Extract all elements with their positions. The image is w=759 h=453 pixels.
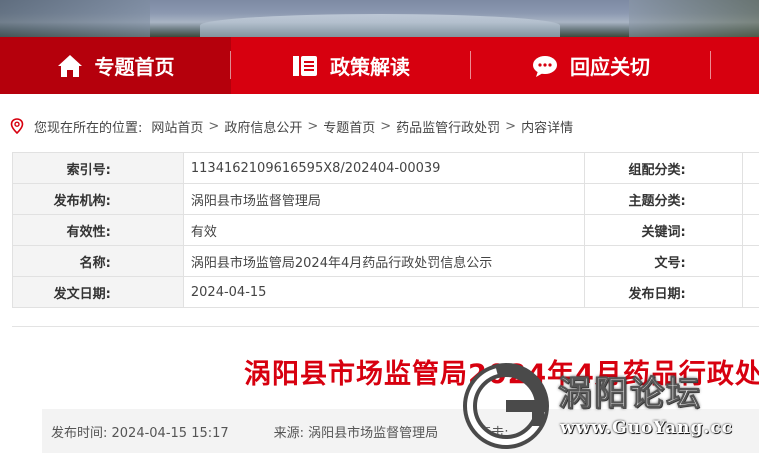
- nav-item-label: 专题首页: [94, 55, 175, 79]
- issue-date-label: 发文日期:: [12, 276, 184, 308]
- breadcrumb: 您现在所在的位置: 网站首页 > 政府信息公开 > 专题首页 > 药品监管行政处…: [10, 116, 578, 136]
- publish-date-label: 发布日期:: [583, 276, 743, 308]
- article-meta-bar: 发布时间: 2024-04-15 15:17 来源: 涡阳县市场监督管理局 点击…: [42, 409, 759, 453]
- publish-time: 发布时间: 2024-04-15 15:17: [51, 425, 229, 441]
- doc-number-value: [741, 245, 759, 277]
- document-icon: [292, 53, 318, 79]
- home-icon: [57, 53, 83, 79]
- breadcrumb-prefix: 您现在所在的位置:: [34, 120, 143, 136]
- breadcrumb-link-topic-home[interactable]: 专题首页: [323, 117, 375, 136]
- table-row: 有效性: 有效 关键词:: [12, 214, 759, 246]
- section-divider: [12, 326, 759, 327]
- nav-item-response[interactable]: 回应关切: [471, 37, 711, 94]
- banner-scenery-left: [0, 0, 150, 37]
- breadcrumb-separator: >: [380, 118, 392, 134]
- table-row: 索引号: 1134162109616595X8/202404-00039 组配分…: [12, 152, 759, 184]
- validity-value: 有效: [182, 214, 585, 246]
- name-value: 涡阳县市场监管局2024年4月药品行政处罚信息公示: [182, 245, 585, 277]
- nav-item-label: 回应关切: [570, 55, 650, 79]
- click-count: 点击:: [478, 425, 509, 441]
- nav-item-policy[interactable]: 政策解读: [231, 37, 471, 94]
- topic-label: 主题分类:: [583, 183, 743, 215]
- index-number-label: 索引号:: [12, 152, 184, 184]
- issue-date-value: 2024-04-15: [182, 276, 585, 308]
- article-title: 涡阳县市场监管局2024年4月药品行政处罚信息公示: [244, 359, 759, 390]
- keywords-value: [741, 214, 759, 246]
- main-nav: 专题首页 政策解读 回应关切: [0, 37, 759, 94]
- breadcrumb-link-home[interactable]: 网站首页: [151, 117, 203, 136]
- article-source: 来源: 涡阳县市场监督管理局: [273, 425, 439, 441]
- category-label: 组配分类:: [583, 152, 743, 184]
- keywords-label: 关键词:: [583, 214, 743, 246]
- chat-bubble-icon: [532, 53, 558, 79]
- info-table: 索引号: 1134162109616595X8/202404-00039 组配分…: [12, 152, 759, 308]
- banner-scenery-water: [200, 14, 560, 37]
- header-banner: [0, 0, 759, 37]
- breadcrumb-separator: >: [505, 118, 517, 134]
- breadcrumb-current: 内容详情: [521, 120, 574, 136]
- validity-label: 有效性:: [12, 214, 184, 246]
- table-row: 名称: 涡阳县市场监管局2024年4月药品行政处罚信息公示 文号:: [12, 245, 759, 277]
- publisher-label: 发布机构:: [12, 183, 184, 215]
- doc-number-label: 文号:: [583, 245, 743, 277]
- breadcrumb-link-gov-info[interactable]: 政府信息公开: [224, 117, 302, 136]
- nav-item-label: 政策解读: [330, 55, 410, 79]
- category-value: [741, 152, 759, 184]
- location-pin-icon: [10, 118, 24, 134]
- breadcrumb-separator: >: [307, 118, 319, 134]
- breadcrumb-link-drug-penalty[interactable]: 药品监管行政处罚: [396, 117, 500, 136]
- breadcrumb-separator: >: [208, 118, 220, 134]
- publisher-value: 涡阳县市场监督管理局: [182, 183, 585, 215]
- table-row: 发布机构: 涡阳县市场监督管理局 主题分类:: [12, 183, 759, 215]
- index-number-value: 1134162109616595X8/202404-00039: [182, 152, 585, 184]
- nav-item-overflow[interactable]: [711, 37, 759, 94]
- publish-date-value: [741, 276, 759, 308]
- banner-scenery-right: [629, 0, 759, 37]
- name-label: 名称:: [12, 245, 184, 277]
- topic-value: [741, 183, 759, 215]
- table-row: 发文日期: 2024-04-15 发布日期:: [12, 276, 759, 308]
- nav-item-home[interactable]: 专题首页: [0, 37, 231, 94]
